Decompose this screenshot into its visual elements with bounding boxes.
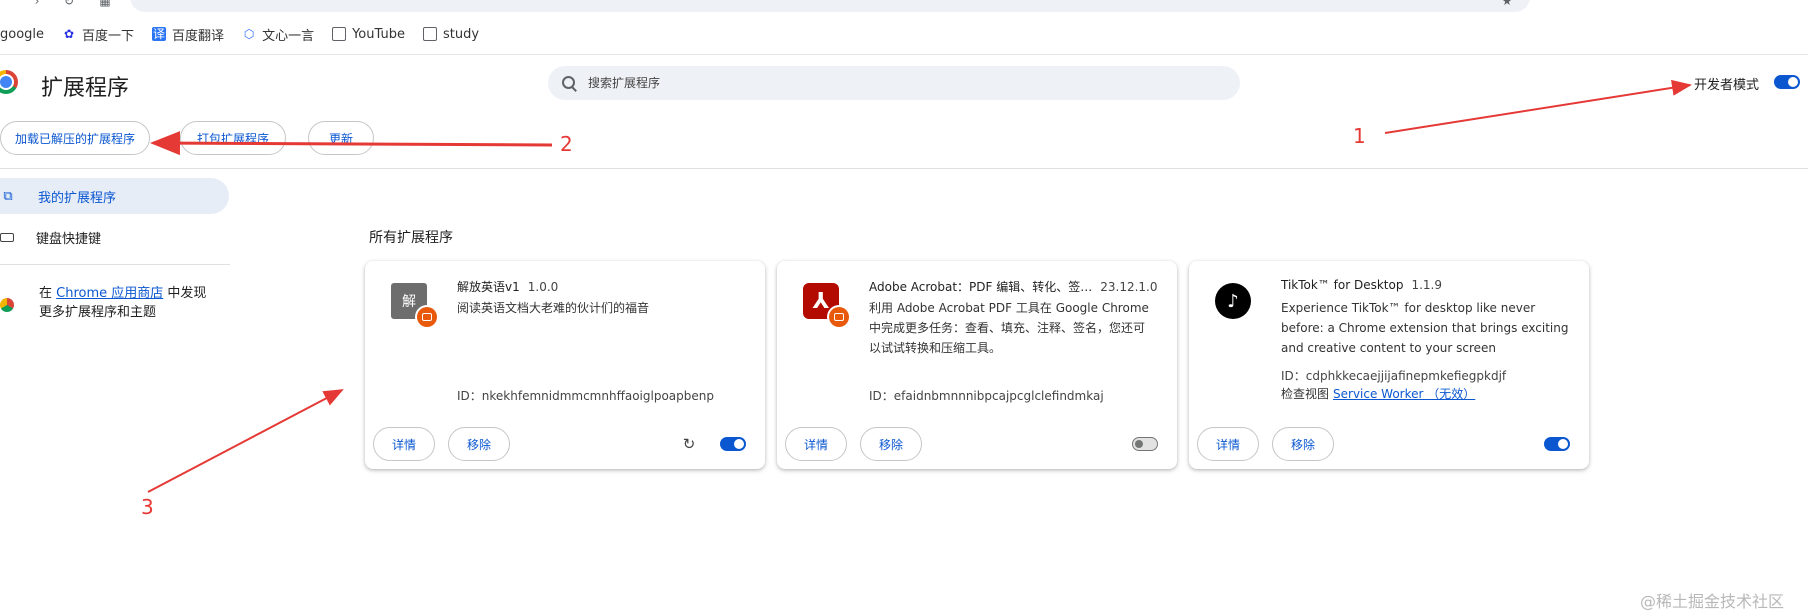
bookmark-label: study <box>442 26 480 42</box>
search-icon <box>562 76 576 90</box>
forward-icon[interactable]: › <box>30 0 44 8</box>
section-title: 所有扩展程序 <box>369 230 453 246</box>
address-bar[interactable] <box>130 0 1530 12</box>
details-button[interactable]: 详情 <box>373 427 436 461</box>
extension-description: 利用 Adobe Acrobat PDF 工具在 Google Chrome 中… <box>869 301 1149 355</box>
extension-enable-toggle[interactable] <box>1544 437 1570 451</box>
chrome-logo-icon <box>0 70 18 94</box>
chrome-web-store-icon <box>0 298 14 312</box>
inspect-views-label: 检查视图 <box>1281 387 1330 401</box>
bookmark-label: YouTube <box>352 26 405 42</box>
remove-button[interactable]: 移除 <box>860 427 923 461</box>
search-input[interactable] <box>586 75 1190 91</box>
wenxin-icon: ⬡ <box>243 27 255 41</box>
annotation-arrow-1 <box>1384 79 1692 134</box>
bookmark-label: 百度翻译 <box>172 28 225 44</box>
remove-button[interactable]: 移除 <box>448 427 511 461</box>
reload-icon[interactable]: ↻ <box>681 436 697 452</box>
divider <box>0 168 1808 169</box>
extension-id: ID：efaidnbmnnnibpcajpcglclefindmkaj <box>869 389 1104 403</box>
bookmarks-bar: google ✿ 百度一下 译 百度翻译 ⬡ 文心一言 YouTube stud… <box>0 22 497 46</box>
extension-logo: ♪ <box>1215 283 1251 319</box>
unpacked-badge-icon <box>829 307 849 327</box>
bookmark-label: 百度一下 <box>82 28 135 44</box>
extension-enable-toggle[interactable] <box>1132 437 1158 451</box>
extension-name: 解放英语v1 1.0.0 <box>457 278 558 295</box>
developer-mode-toggle[interactable] <box>1774 75 1800 89</box>
extension-logo-text: ⅄ <box>812 288 830 314</box>
bookmark-baidu-translate[interactable]: 译 百度翻译 <box>152 25 224 44</box>
extension-version: 1.0.0 <box>527 280 559 294</box>
bookmark-wenxin[interactable]: ⬡ 文心一言 <box>242 25 314 44</box>
baidu-paw-icon: ✿ <box>64 27 75 41</box>
bookmark-baidu[interactable]: ✿ 百度一下 <box>62 25 134 44</box>
extension-description: 阅读英语文档大老难的伙计们的福音 <box>457 301 650 315</box>
divider <box>0 54 1808 55</box>
remove-button[interactable]: 移除 <box>1272 427 1335 461</box>
extension-enable-toggle[interactable] <box>720 437 746 451</box>
address-bar-strip: › ↻ ▦ ★ <box>0 0 1808 14</box>
extension-title: TikTok™ for Desktop <box>1281 278 1404 292</box>
baidu-translate-icon: 译 <box>152 27 167 41</box>
inspect-views: 检查视图 Service Worker （无效） <box>1281 385 1475 402</box>
page-title: 扩展程序 <box>41 76 130 101</box>
annotation-number-1: 1 <box>1353 124 1366 148</box>
search-box[interactable] <box>548 66 1240 100</box>
extension-name: Adobe Acrobat：PDF 编辑、转化、签… 23.12.1.0 <box>869 278 1158 295</box>
web-store-link[interactable]: Chrome 应用商店 <box>56 286 163 301</box>
bookmark-google[interactable]: google <box>0 27 44 42</box>
details-button[interactable]: 详情 <box>785 427 848 461</box>
extension-title: Adobe Acrobat：PDF 编辑、转化、签… <box>869 280 1093 294</box>
bookmark-study-folder[interactable]: study <box>422 26 480 42</box>
bookmark-label: 文心一言 <box>262 28 315 44</box>
sidebar-item-my-extensions[interactable]: ⧉ 我的扩展程序 <box>0 178 229 214</box>
sidebar-item-label: 我的扩展程序 <box>38 190 117 206</box>
bookmark-label: google <box>0 26 45 42</box>
apps-icon[interactable]: ▦ <box>98 0 112 8</box>
extension-version: 23.12.1.0 <box>1100 280 1158 294</box>
extension-name: TikTok™ for Desktop 1.1.9 <box>1281 278 1442 292</box>
extension-version: 1.1.9 <box>1411 278 1442 292</box>
extension-id: ID：cdphkkecaejjijafinepmkefiegpkdjf <box>1281 369 1507 383</box>
reload-browser-icon[interactable]: ↻ <box>62 0 76 8</box>
watermark: @稀土掘金技术社区 <box>1640 592 1785 611</box>
load-unpacked-button[interactable]: 加载已解压的扩展程序 <box>0 121 151 155</box>
extension-card-tiktok: ♪ TikTok™ for Desktop 1.1.9 Experience Ti… <box>1189 261 1589 469</box>
extension-logo-text: ♪ <box>1227 290 1239 312</box>
bookmark-youtube-folder[interactable]: YouTube <box>332 27 405 42</box>
web-store-promo: 在 Chrome 应用商店 中发现更多扩展程序和主题 <box>39 284 219 322</box>
extension-card-jiefang: 解 解放英语v1 1.0.0 阅读英语文档大老难的伙计们的福音 ID：nkekhf… <box>365 261 765 469</box>
divider <box>0 264 230 265</box>
developer-mode-label: 开发者模式 <box>1694 78 1760 93</box>
extension-title: 解放英语v1 <box>457 280 520 294</box>
extension-card-adobe-acrobat: ⅄ Adobe Acrobat：PDF 编辑、转化、签… 23.12.1.0 利用… <box>777 261 1177 469</box>
sidebar-item-keyboard-shortcuts[interactable]: 键盘快捷键 <box>0 219 101 255</box>
extension-description: Experience TikTok™ for desktop like neve… <box>1281 301 1569 355</box>
extension-id: ID：nkekhfemnidmmcmnhffaoiglpoapbenp <box>457 389 714 403</box>
service-worker-link[interactable]: Service Worker （无效） <box>1333 387 1475 401</box>
details-button[interactable]: 详情 <box>1197 427 1260 461</box>
puzzle-icon: ⧉ <box>3 188 13 204</box>
extension-logo-text: 解 <box>402 294 416 310</box>
folder-icon <box>332 27 347 41</box>
annotation-arrow-3 <box>147 389 344 493</box>
annotation-number-2: 2 <box>560 132 573 156</box>
update-button[interactable]: 更新 <box>308 121 375 155</box>
folder-icon <box>422 27 437 41</box>
keyboard-icon <box>0 232 14 242</box>
unpacked-badge-icon <box>417 307 437 327</box>
annotation-number-3: 3 <box>141 495 154 519</box>
sidebar-item-label: 键盘快捷键 <box>36 231 102 247</box>
promo-prefix: 在 <box>39 286 57 301</box>
pack-extension-button[interactable]: 打包扩展程序 <box>180 121 287 155</box>
bookmark-star-icon[interactable]: ★ <box>1500 0 1514 8</box>
